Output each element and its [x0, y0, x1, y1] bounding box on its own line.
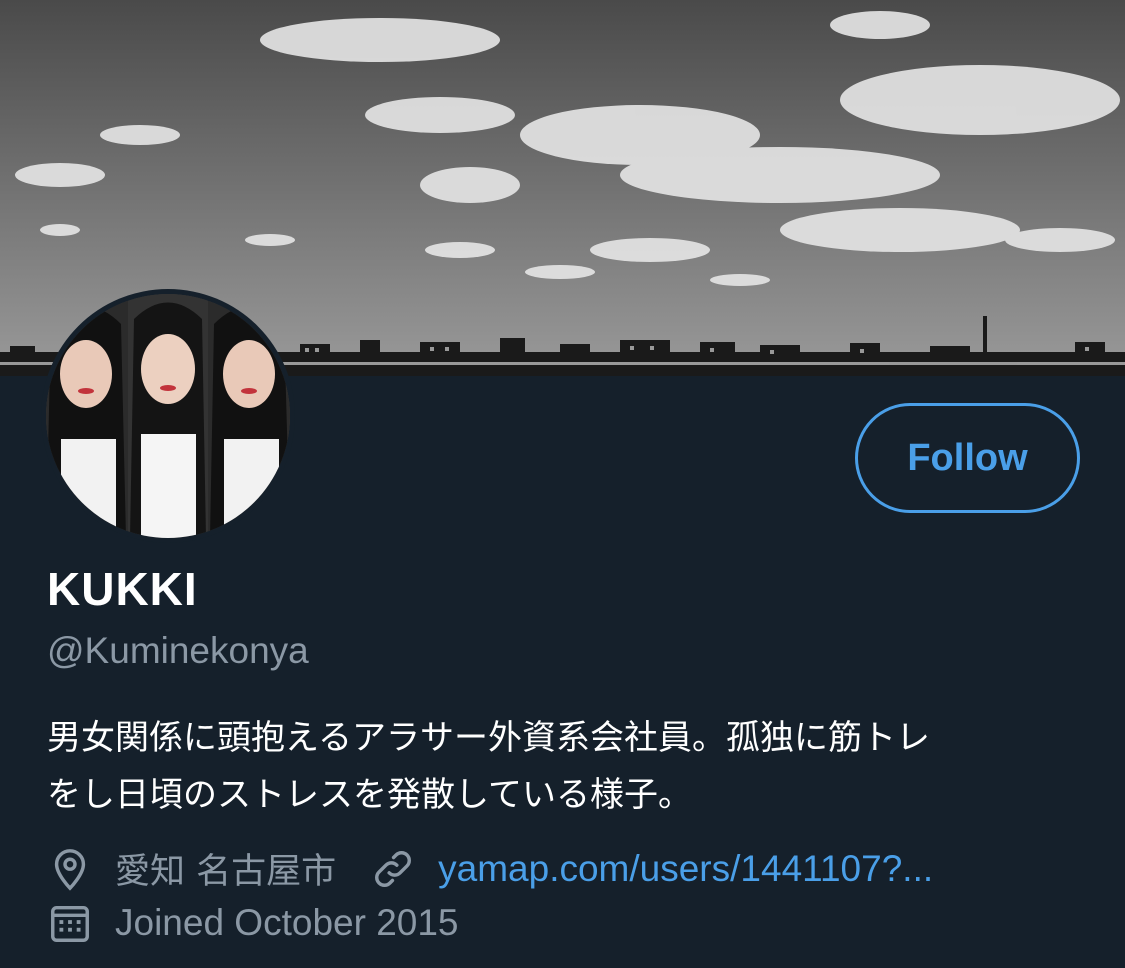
profile-bio: 男女関係に頭抱えるアラサー外資系会社員。孤独に筋トレ をし日頃のストレスを発散し… — [47, 710, 1087, 824]
avatar[interactable] — [41, 289, 295, 543]
link-icon — [370, 846, 416, 892]
profile-meta-location-link: 愛知 名古屋市 yamap.com/users/1441107?... — [47, 843, 933, 894]
location-pin-icon — [47, 846, 93, 892]
user-handle: @Kuminekonya — [47, 630, 309, 671]
profile-meta-joined: Joined October 2015 — [47, 900, 459, 946]
joined-date: Joined October 2015 — [115, 902, 459, 943]
follow-button[interactable]: Follow — [855, 403, 1080, 513]
website-link[interactable]: yamap.com/users/1441107?... — [438, 848, 933, 890]
calendar-icon — [47, 900, 93, 946]
bio-line: をし日頃のストレスを発散している様子。 — [47, 775, 692, 815]
display-name: KUKKI — [47, 563, 198, 615]
location-text: 愛知 名古屋市 — [115, 852, 337, 892]
bio-line: 男女関係に頭抱えるアラサー外資系会社員。孤独に筋トレ — [47, 718, 930, 758]
